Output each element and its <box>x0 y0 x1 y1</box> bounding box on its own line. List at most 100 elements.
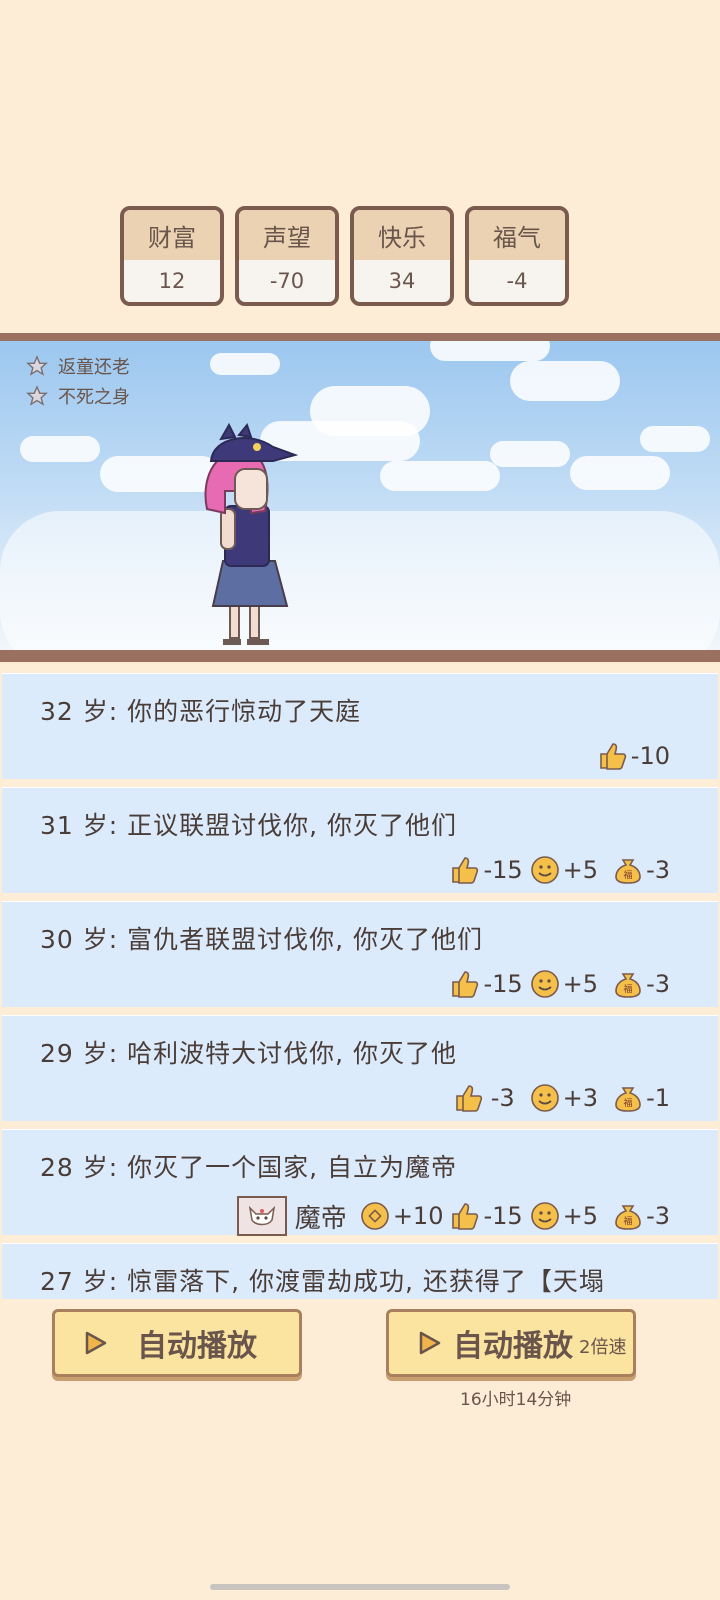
effect-value: -15 <box>483 1202 523 1230</box>
svg-text:福: 福 <box>624 983 633 995</box>
effect-value: -3 <box>646 856 670 884</box>
effect: 福 -1 <box>612 1082 670 1114</box>
scene-top-border <box>0 333 720 341</box>
log-text: 27 岁: 惊雷落下, 你渡雷劫成功, 还获得了【天塌 <box>40 1267 605 1296</box>
log-text: 32 岁: 你的恶行惊动了天庭 <box>40 697 362 726</box>
effect: +5 <box>529 854 598 886</box>
log-entry: 28 岁: 你灭了一个国家, 自立为魔帝 魔帝 +10 -15 +5 福 -3 <box>2 1129 718 1236</box>
stat-happiness: 快乐 34 <box>350 206 454 306</box>
svg-text:福: 福 <box>624 869 633 881</box>
star-icon <box>26 355 48 376</box>
effect-value: +5 <box>562 970 599 998</box>
log-entry: 31 岁: 正议联盟讨伐你, 你灭了他们 -15 +5 福 -3 <box>2 787 718 893</box>
character-sprite <box>204 422 299 645</box>
effect-value: -3 <box>646 970 670 998</box>
cloud <box>510 361 620 401</box>
stat-value: -4 <box>506 269 528 293</box>
smile-icon <box>530 970 559 998</box>
auto-play-fast-button[interactable]: 自动播放 2倍速 <box>386 1309 636 1377</box>
stat-value: 12 <box>158 269 186 293</box>
stat-reputation: 声望 -70 <box>235 206 339 306</box>
log-entry: 32 岁: 你的恶行惊动了天庭 -10 <box>2 673 718 779</box>
cloud <box>0 511 720 655</box>
log-text: 30 岁: 富仇者联盟讨伐你, 你灭了他们 <box>40 925 484 954</box>
fortune-bag-icon: 福 <box>615 973 641 998</box>
stat-label: 财富 <box>124 210 220 260</box>
cloud <box>490 441 570 467</box>
thumbs-up-icon <box>452 1203 479 1230</box>
smile-icon <box>530 1084 559 1112</box>
auto-play-button[interactable]: 自动播放 <box>52 1309 302 1377</box>
cloud <box>430 341 550 361</box>
stat-wealth: 财富 12 <box>120 206 224 306</box>
effect: +10 <box>359 1200 444 1232</box>
stat-label: 声望 <box>239 210 335 260</box>
buff-label: 返童还老 <box>58 357 130 378</box>
thumbs-up-icon <box>452 971 479 998</box>
log-text: 28 岁: 你灭了一个国家, 自立为魔帝 <box>40 1153 458 1182</box>
star-icon <box>26 385 48 406</box>
log-text: 31 岁: 正议联盟讨伐你, 你灭了他们 <box>40 811 458 840</box>
effect: +5 <box>529 968 598 1000</box>
effect-value: +3 <box>562 1084 599 1112</box>
stat-label: 快乐 <box>354 210 450 260</box>
smile-icon <box>530 1202 559 1230</box>
scene-bottom-border <box>0 650 720 662</box>
thumbs-up-icon <box>455 1085 482 1112</box>
effect: -15 <box>449 1200 523 1232</box>
effect-value: +5 <box>562 856 599 884</box>
stat-label: 福气 <box>469 210 565 260</box>
buff-item: 不死之身 <box>26 381 130 411</box>
effect: 福 -3 <box>612 968 670 1000</box>
coin-icon <box>361 1202 389 1230</box>
event-log[interactable]: 32 岁: 你的恶行惊动了天庭 -10 31 岁: 正议联盟讨伐你, 你灭了他们… <box>0 673 720 1299</box>
effect-value: -15 <box>483 856 523 884</box>
cloud <box>570 456 670 490</box>
fortune-bag-icon: 福 <box>615 1205 641 1230</box>
buff-label: 不死之身 <box>58 387 130 408</box>
play-icon <box>85 1331 107 1355</box>
auto-play-label: 自动播放 <box>137 1329 257 1364</box>
log-entry: 27 岁: 惊雷落下, 你渡雷劫成功, 还获得了【天塌 <box>2 1243 718 1299</box>
effect-value: +10 <box>392 1202 444 1230</box>
effect: 福 -3 <box>612 854 670 886</box>
cloud <box>380 461 500 491</box>
effect: +5 <box>529 1200 598 1232</box>
svg-text:福: 福 <box>624 1215 633 1227</box>
buff-item: 返童还老 <box>26 351 130 381</box>
effect: -15 <box>449 854 523 886</box>
stat-value: -70 <box>269 269 305 293</box>
effect-value: -15 <box>483 970 523 998</box>
effect: -15 <box>449 968 523 1000</box>
demon-emperor-icon <box>236 1196 287 1236</box>
effect: 福 -3 <box>612 1200 670 1232</box>
play-icon <box>419 1331 441 1355</box>
log-effects: 魔帝 +10 -15 +5 福 -3 <box>236 1196 670 1236</box>
log-effects: -10 <box>591 740 670 772</box>
speed-label: 2倍速 <box>579 1337 627 1358</box>
effect: -3 <box>453 1082 515 1114</box>
smile-icon <box>530 856 559 884</box>
scene-view: 返童还老 不死之身 <box>0 341 720 655</box>
cloud <box>20 436 100 462</box>
log-entry: 30 岁: 富仇者联盟讨伐你, 你灭了他们 -15 +5 福 -3 <box>2 901 718 1007</box>
log-effects: -15 +5 福 -3 <box>443 968 670 1000</box>
effect-value: -3 <box>490 1084 515 1112</box>
log-entry: 29 岁: 哈利波特大讨伐你, 你灭了他 -3 +3 福 -1 <box>2 1015 718 1121</box>
log-text: 29 岁: 哈利波特大讨伐你, 你灭了他 <box>40 1039 458 1068</box>
effect-value: +5 <box>562 1202 599 1230</box>
effect-value: -1 <box>646 1084 670 1112</box>
effect: +3 <box>529 1082 598 1114</box>
stat-value: 34 <box>388 269 416 293</box>
timer-label: 16小时14分钟 <box>460 1390 572 1410</box>
effect: -10 <box>597 740 670 772</box>
log-effects: -15 +5 福 -3 <box>443 854 670 886</box>
fortune-bag-icon: 福 <box>615 1087 641 1112</box>
title-label: 魔帝 <box>294 1203 347 1234</box>
fortune-bag-icon: 福 <box>615 859 641 884</box>
home-indicator[interactable] <box>210 1584 510 1590</box>
effect-value: -3 <box>646 1202 670 1230</box>
buff-list: 返童还老 不死之身 <box>26 351 130 411</box>
thumbs-up-icon <box>599 743 626 770</box>
effect-value: -10 <box>630 742 670 770</box>
